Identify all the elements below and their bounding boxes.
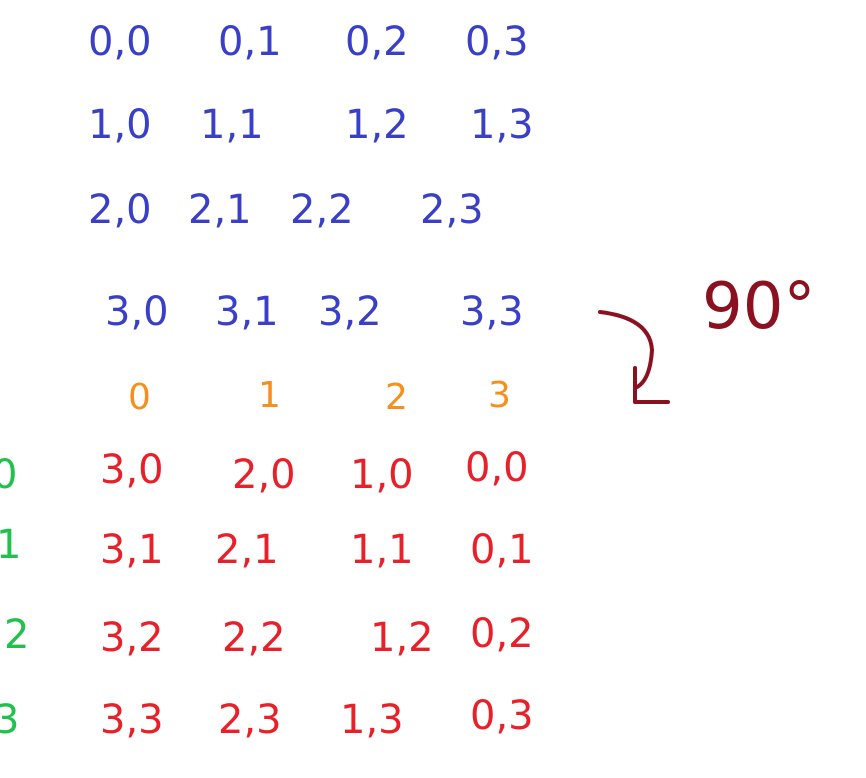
- rotated-cell: 3,0: [100, 447, 164, 493]
- column-index: 1: [258, 375, 281, 416]
- rotated-cell: 0,1: [470, 527, 534, 573]
- rotated-cell: 2,1: [215, 527, 279, 573]
- rotated-cell: 0,0: [465, 445, 529, 491]
- rotated-cell: 2,0: [232, 452, 296, 498]
- rotated-cell: 2,2: [222, 615, 286, 661]
- rotated-cell: 1,2: [370, 615, 434, 661]
- rotated-cell: 3,3: [100, 697, 164, 743]
- column-index: 3: [488, 375, 511, 416]
- row-index: 0: [0, 452, 18, 498]
- rotated-cell: 2,3: [218, 697, 282, 743]
- row-index: 1: [0, 522, 22, 568]
- column-index: 0: [128, 377, 151, 418]
- rotated-cell: 1,3: [340, 697, 404, 743]
- rotated-cell: 1,1: [350, 527, 414, 573]
- row-index: 2: [4, 612, 30, 658]
- rotation-label: 90°: [702, 270, 816, 344]
- row-index: 3: [0, 697, 20, 743]
- whiteboard-canvas: 0,0 0,1 0,2 0,3 1,0 1,1 1,2 1,3 2,0 2,1 …: [0, 0, 866, 778]
- rotated-cell: 3,1: [100, 527, 164, 573]
- rotated-cell: 1,0: [350, 452, 414, 498]
- rotated-cell: 3,2: [100, 615, 164, 661]
- rotated-cell: 0,2: [470, 611, 534, 657]
- column-index: 2: [385, 377, 408, 418]
- rotated-cell: 0,3: [470, 693, 534, 739]
